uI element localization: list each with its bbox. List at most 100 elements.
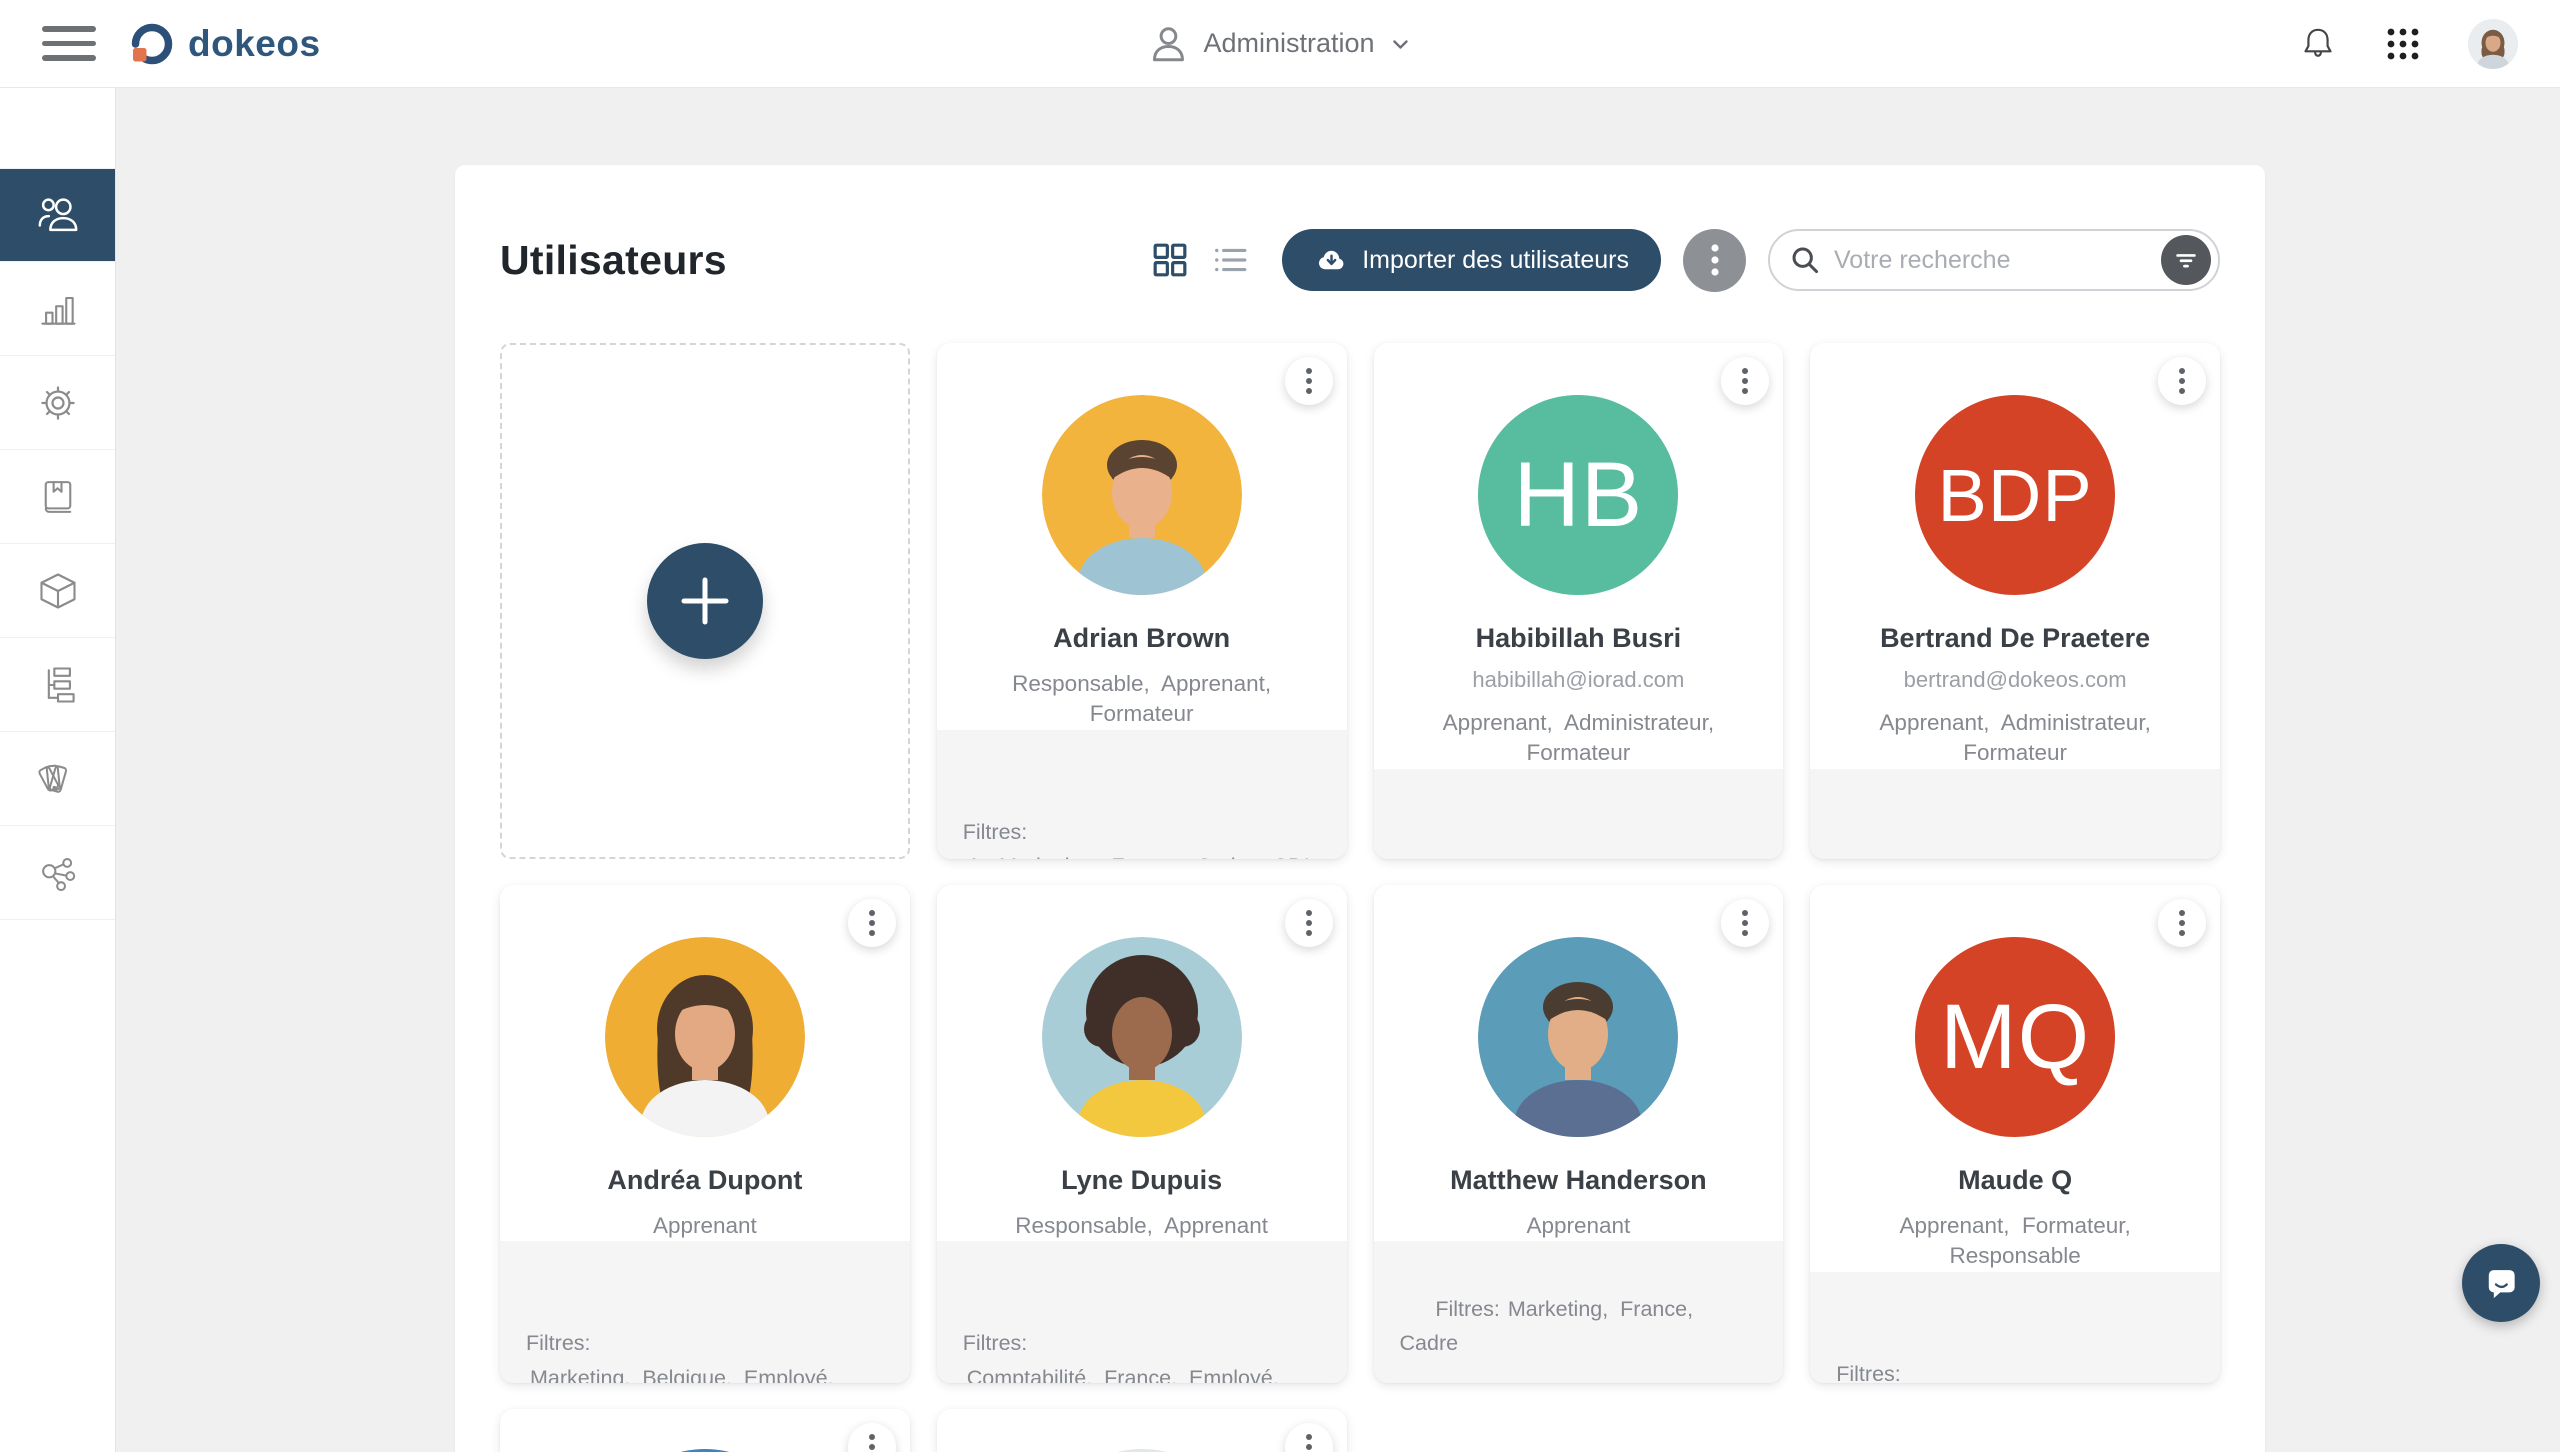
list-view-icon [1212, 242, 1248, 278]
search-icon [1790, 245, 1820, 275]
sidebar-item-settings[interactable] [0, 356, 115, 450]
user-card[interactable]: MQ Maude Q Apprenant, Formateur, Respons… [1810, 885, 2220, 1383]
sidebar-item-catalog[interactable] [0, 450, 115, 544]
sidebar-item-share[interactable] [0, 826, 115, 920]
filters-label: Filtres: [963, 1326, 1325, 1360]
filters-label: Filtres: [526, 1326, 888, 1360]
kebab-menu-icon [855, 1430, 889, 1452]
plus-icon [676, 572, 734, 630]
card-menu-button[interactable] [848, 1423, 896, 1452]
card-filters: Filtres: [1374, 769, 1784, 859]
user-card[interactable]: BDP Bertrand De Praetere bertrand@dokeos… [1810, 343, 2220, 859]
sidebar-item-structure[interactable] [0, 638, 115, 732]
filters-label: Filtres: [963, 815, 1325, 849]
user-avatar [1042, 395, 1242, 595]
card-menu-button[interactable] [848, 899, 896, 947]
user-roles: Responsable, Apprenant [1015, 1211, 1268, 1241]
user-card[interactable]: Adrian Brown Responsable, Apprenant, For… [937, 343, 1347, 859]
admin-context-switcher[interactable]: Administration [1147, 23, 1412, 65]
apps-launcher-button[interactable] [2384, 25, 2422, 63]
kebab-menu-icon [1292, 1430, 1326, 1452]
user-avatar [1478, 937, 1678, 1137]
user-name: Lyne Dupuis [1061, 1165, 1222, 1196]
list-view-button[interactable] [1208, 238, 1252, 282]
search-box [1768, 229, 2220, 291]
user-roles: Apprenant, Administrateur, Formateur [1845, 708, 2185, 769]
filters-values: Comptabilité, France, Employé, INTERIM [963, 1361, 1325, 1383]
page-title: Utilisateurs [500, 237, 727, 284]
chat-launcher-button[interactable] [2462, 1244, 2540, 1322]
user-card[interactable]: Matthew Handerson Apprenant Filtres:Mark… [1374, 885, 1784, 1383]
card-filters: Filtres:Marketing, France, Cadre [1374, 1241, 1784, 1383]
card-menu-button[interactable] [1285, 1423, 1333, 1452]
card-menu-button[interactable] [1721, 899, 1769, 947]
card-menu-button[interactable] [1721, 357, 1769, 405]
kebab-menu-icon [1292, 364, 1326, 398]
chat-bubble-icon [2478, 1260, 2524, 1306]
user-name: Matthew Handerson [1450, 1165, 1707, 1196]
kebab-menu-icon [1728, 364, 1762, 398]
org-list-icon [36, 663, 80, 707]
dokeos-logo[interactable]: dokeos [126, 18, 321, 70]
card-menu-button[interactable] [1285, 899, 1333, 947]
user-roles: Responsable, Apprenant, Formateur [972, 669, 1312, 730]
card-menu-button[interactable] [1285, 357, 1333, 405]
filters-label: Filtres: [1836, 854, 2198, 859]
chevron-down-icon [1389, 32, 1413, 56]
sidebar-item-reports[interactable] [0, 262, 115, 356]
apps-grid-icon [2384, 25, 2422, 63]
user-roles: Apprenant, Formateur, Responsable [1845, 1211, 2185, 1272]
card-filters: Filtres:Comptabilité, Belgique, Cadre, C… [1810, 769, 2220, 859]
kebab-menu-icon [1728, 906, 1762, 940]
panel-header: Utilisateurs [500, 165, 2220, 297]
kebab-menu-icon [1685, 230, 1745, 290]
share-icon [37, 852, 79, 894]
import-users-label: Importer des utilisateurs [1362, 246, 1629, 275]
person-icon [1147, 23, 1189, 65]
card-filters: Filtres:Marketing, Belgique, Employé, CD… [500, 1241, 910, 1383]
top-bar: dokeos Administration [0, 0, 2560, 88]
sidebar-item-users[interactable] [0, 168, 115, 262]
card-filters: Filtres:Comptabilité, France, Employé, I… [937, 1241, 1347, 1383]
sidebar-item-modules[interactable] [0, 544, 115, 638]
user-avatar: BDP [1915, 395, 2115, 595]
search-input[interactable] [1832, 245, 2149, 276]
gear-icon [36, 381, 80, 425]
user-roles: Apprenant [1526, 1211, 1630, 1241]
user-card-partial[interactable] [500, 1409, 910, 1452]
add-user-button[interactable] [647, 543, 763, 659]
user-name: Adrian Brown [1053, 623, 1230, 654]
cube-icon [36, 569, 80, 613]
menu-button[interactable] [42, 22, 100, 66]
card-menu-button[interactable] [2158, 357, 2206, 405]
grid-view-icon [1152, 242, 1188, 278]
context-label: Administration [1203, 28, 1374, 59]
kebab-menu-icon [2165, 906, 2199, 940]
bar-chart-icon [36, 287, 80, 331]
card-filters: Filtres:A, Marketing, France, Cadre, CDI [937, 730, 1347, 859]
content-area: Utilisateurs [116, 88, 2560, 1452]
card-filters: Filtres: [1810, 1272, 2220, 1383]
user-avatar [1042, 937, 1242, 1137]
user-email: bertrand@dokeos.com [1904, 667, 2127, 693]
user-cards-grid: Adrian Brown Responsable, Apprenant, For… [500, 343, 2220, 1452]
brand-name: dokeos [188, 23, 321, 65]
sidebar-item-tags[interactable] [0, 732, 115, 826]
user-card[interactable]: Lyne Dupuis Responsable, Apprenant Filtr… [937, 885, 1347, 1383]
user-card[interactable]: HB Habibillah Busri habibillah@iorad.com… [1374, 343, 1784, 859]
user-email: habibillah@iorad.com [1472, 667, 1684, 693]
cloud-upload-icon [1314, 243, 1348, 277]
user-name: Bertrand De Praetere [1880, 623, 2150, 654]
import-users-button[interactable]: Importer des utilisateurs [1282, 229, 1661, 291]
grid-view-button[interactable] [1148, 238, 1192, 282]
notifications-bell-icon [2298, 23, 2338, 65]
more-actions-button[interactable] [1683, 229, 1746, 292]
user-avatar[interactable] [2468, 19, 2518, 69]
filter-button[interactable] [2161, 235, 2211, 285]
user-card[interactable]: Andréa Dupont Apprenant Filtres:Marketin… [500, 885, 910, 1383]
card-menu-button[interactable] [2158, 899, 2206, 947]
user-name: Habibillah Busri [1476, 623, 1682, 654]
add-user-card[interactable] [500, 343, 910, 859]
user-card-partial[interactable] [937, 1409, 1347, 1452]
notifications-button[interactable] [2298, 23, 2338, 65]
